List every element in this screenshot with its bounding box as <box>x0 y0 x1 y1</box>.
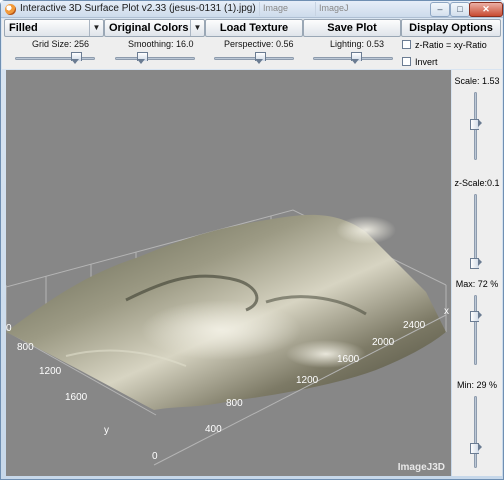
slider-thumb[interactable] <box>254 52 266 64</box>
app-icon <box>5 4 16 15</box>
x-tick-label: 0 <box>152 451 158 462</box>
min-slider[interactable] <box>470 396 482 468</box>
color-mode-value: Original Colors <box>109 22 189 34</box>
background-tab-image[interactable]: Image <box>259 2 291 16</box>
chevron-down-icon[interactable]: ▼ <box>89 20 103 36</box>
x-tick-label: 2400 <box>403 320 426 331</box>
slider-track <box>474 396 477 468</box>
min-label: Min: 29 % <box>456 380 498 390</box>
y-tick-label: 800 <box>17 342 34 353</box>
slider-track <box>15 57 95 60</box>
checkbox-box[interactable] <box>402 40 411 49</box>
window-title: Interactive 3D Surface Plot v2.33 (jesus… <box>20 3 256 14</box>
invert-label: Invert <box>415 57 438 67</box>
perspective-slider[interactable] <box>214 52 294 64</box>
right-control-panel: Scale: 1.53 z-Scale:0.1 Max: 72 % Min: 2… <box>452 70 502 476</box>
surface-plot-canvas[interactable]: 0 400 800 1200 1600 2000 2400 x 0 800 12… <box>6 70 451 476</box>
y-tick-label: 1600 <box>65 392 88 403</box>
x-tick-label: 800 <box>226 398 243 409</box>
y-tick-label: 1200 <box>39 366 62 377</box>
render-mode-value: Filled <box>9 22 38 34</box>
save-plot-button[interactable]: Save Plot <box>303 19 401 37</box>
slider-track <box>474 295 477 365</box>
app-window: Interactive 3D Surface Plot v2.33 (jesus… <box>0 0 504 480</box>
x-tick-label: 2000 <box>372 337 395 348</box>
minimize-icon[interactable]: – <box>430 2 450 17</box>
terrain-surface <box>6 214 446 410</box>
slider-thumb[interactable] <box>470 443 482 455</box>
perspective-label: Perspective: 0.56 <box>224 39 294 49</box>
x-tick-label: 1600 <box>337 354 360 365</box>
max-label: Max: 72 % <box>455 279 499 289</box>
imagej3d-watermark: ImageJ3D <box>397 462 445 473</box>
z-scale-label: z-Scale:0.1 <box>454 178 500 188</box>
load-texture-button[interactable]: Load Texture <box>205 19 303 37</box>
close-icon[interactable]: ✕ <box>469 2 503 17</box>
z-ratio-label: z-Ratio = xy-Ratio <box>415 40 487 50</box>
background-tab-imagej[interactable]: ImageJ <box>315 2 352 16</box>
slider-thumb[interactable] <box>470 118 482 130</box>
slider-thumb[interactable] <box>351 52 363 64</box>
slider-thumb[interactable] <box>136 52 148 64</box>
checkbox-box[interactable] <box>402 57 411 66</box>
invert-checkbox[interactable]: Invert <box>402 57 438 67</box>
smoothing-slider[interactable] <box>115 52 195 64</box>
scale-slider[interactable] <box>470 92 482 160</box>
maximize-icon[interactable]: □ <box>450 2 470 17</box>
max-slider[interactable] <box>470 295 482 365</box>
slider-thumb[interactable] <box>470 258 482 270</box>
grid-size-label: Grid Size: 256 <box>32 39 90 49</box>
lighting-label: Lighting: 0.53 <box>330 39 385 49</box>
z-ratio-checkbox[interactable]: z-Ratio = xy-Ratio <box>402 40 487 50</box>
x-tick-label: 1200 <box>296 375 319 386</box>
toolbar: Filled ▼ Original Colors ▼ Load Texture … <box>2 19 502 37</box>
y-tick-label: 0 <box>6 323 12 334</box>
smoothing-label: Smoothing: 16.0 <box>128 39 194 49</box>
surface-plot-svg: 0 400 800 1200 1600 2000 2400 x 0 800 12… <box>6 209 449 466</box>
lighting-slider[interactable] <box>313 52 393 64</box>
sliders-row: Grid Size: 256 Smoothing: 16.0 Perspecti… <box>2 37 502 69</box>
chevron-down-icon[interactable]: ▼ <box>190 20 204 36</box>
slider-thumb[interactable] <box>470 310 482 322</box>
x-axis-name: x <box>444 306 449 317</box>
title-bar[interactable]: Interactive 3D Surface Plot v2.33 (jesus… <box>1 1 503 18</box>
y-axis-name: y <box>104 425 109 436</box>
grid-size-slider[interactable] <box>15 52 95 64</box>
render-mode-select[interactable]: Filled ▼ <box>4 19 104 37</box>
z-scale-slider[interactable] <box>470 194 482 270</box>
scale-label: Scale: 1.53 <box>454 76 500 86</box>
color-mode-select[interactable]: Original Colors ▼ <box>104 19 205 37</box>
display-options-button[interactable]: Display Options <box>401 19 501 37</box>
slider-track <box>115 57 195 60</box>
slider-track <box>474 194 477 266</box>
x-tick-label: 400 <box>205 424 222 435</box>
slider-thumb[interactable] <box>71 52 82 64</box>
